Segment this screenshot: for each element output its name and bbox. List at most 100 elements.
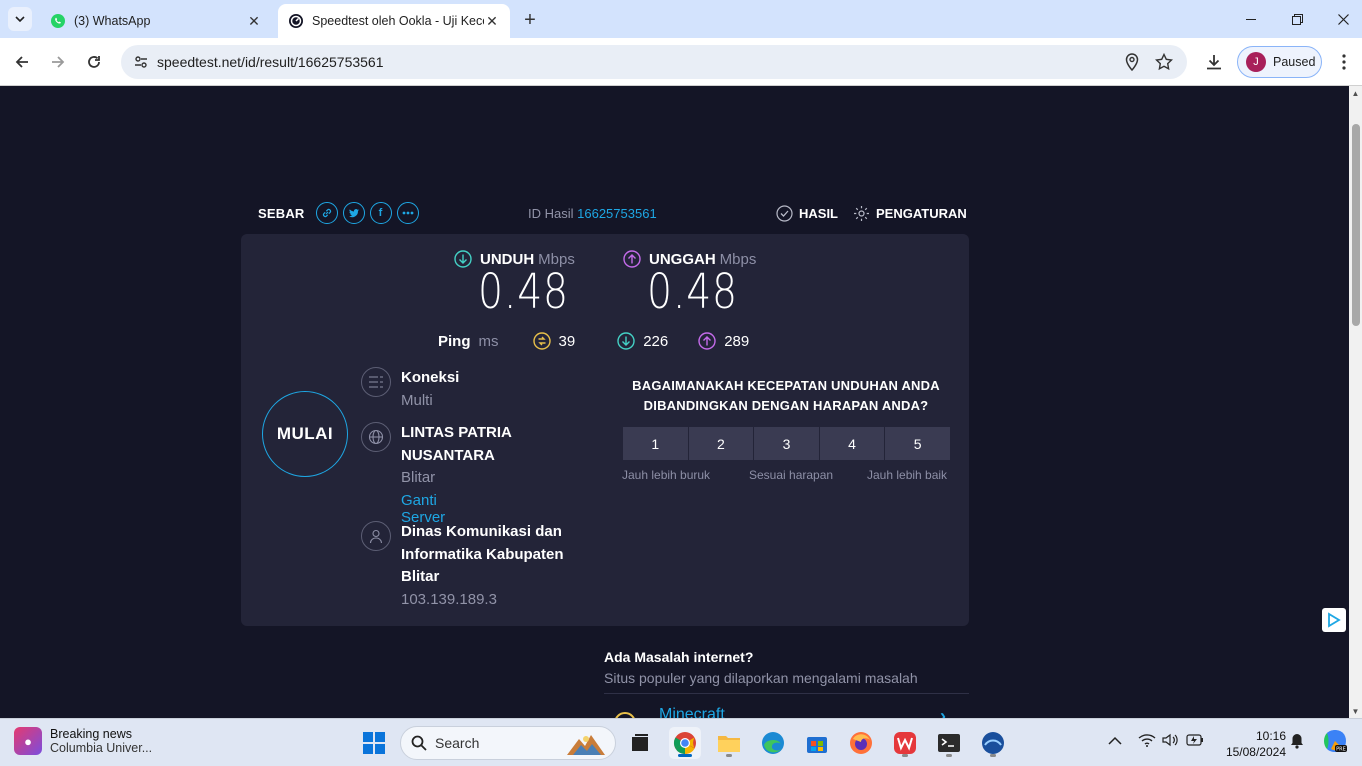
issue-item-minecraft[interactable]: Minecraft bbox=[659, 706, 725, 718]
twitter-icon[interactable] bbox=[342, 202, 365, 224]
globe-icon bbox=[361, 422, 391, 452]
ping-label: Ping bbox=[438, 332, 471, 350]
news-widget[interactable]: ● Breaking news Columbia Univer... bbox=[14, 727, 152, 755]
profile-status: Paused bbox=[1273, 55, 1316, 69]
rating-option-3[interactable]: 3 bbox=[754, 427, 819, 460]
wps-office-icon bbox=[894, 732, 916, 754]
result-id-label: ID Hasil bbox=[528, 206, 574, 221]
folder-icon bbox=[718, 736, 740, 752]
app-button[interactable] bbox=[977, 727, 1009, 759]
forward-button[interactable] bbox=[42, 46, 74, 78]
rating-option-2[interactable]: 2 bbox=[688, 427, 754, 460]
menu-button[interactable] bbox=[1328, 46, 1360, 78]
provider-ip: 103.139.189.3 bbox=[401, 591, 497, 608]
reload-icon bbox=[88, 56, 100, 68]
scroll-down-icon[interactable]: ▼ bbox=[1349, 704, 1362, 718]
start-test-button[interactable]: MULAI bbox=[262, 391, 348, 477]
system-clock[interactable]: 10:16 15/08/2024 bbox=[1214, 728, 1286, 760]
running-indicator bbox=[902, 754, 908, 757]
app-icon bbox=[982, 732, 1004, 754]
facebook-icon[interactable]: f bbox=[369, 202, 392, 224]
adchoices-icon[interactable] bbox=[1322, 608, 1346, 632]
rating-label-high: Jauh lebih baik bbox=[867, 468, 948, 482]
volume-icon[interactable] bbox=[1162, 733, 1178, 750]
gear-icon bbox=[854, 206, 869, 221]
store-button[interactable] bbox=[801, 727, 833, 759]
minimize-button[interactable] bbox=[1228, 0, 1274, 38]
wifi-icon[interactable] bbox=[1138, 733, 1156, 750]
page-scrollbar[interactable]: ▲ ▼ bbox=[1349, 86, 1362, 718]
start-button[interactable] bbox=[358, 727, 390, 759]
tab-search-button[interactable] bbox=[8, 7, 32, 31]
scroll-thumb[interactable] bbox=[1352, 124, 1360, 326]
chevron-down-icon bbox=[15, 16, 25, 22]
profile-button[interactable]: J Paused bbox=[1237, 46, 1322, 78]
ping-idle: 39 bbox=[532, 332, 575, 350]
issues-subtitle: Situs populer yang dilaporkan mengalami … bbox=[604, 670, 918, 686]
file-explorer-button[interactable] bbox=[713, 727, 745, 759]
speedtest-page: SEBAR f ID Hasil 16625753561 HASIL PENGA… bbox=[0, 86, 1349, 718]
close-icon[interactable]: ✕ bbox=[246, 13, 262, 29]
upload-arrow-icon bbox=[698, 332, 716, 350]
restore-button[interactable] bbox=[1274, 0, 1320, 38]
download-arrow-icon bbox=[454, 250, 472, 268]
battery-icon[interactable] bbox=[1186, 733, 1204, 749]
bookmark-star-icon[interactable] bbox=[1153, 51, 1175, 73]
running-indicator bbox=[726, 754, 732, 757]
new-tab-button[interactable]: + bbox=[518, 8, 542, 32]
link-icon[interactable] bbox=[315, 202, 338, 224]
user-icon bbox=[361, 521, 391, 551]
firefox-icon bbox=[850, 732, 872, 754]
restore-icon bbox=[1291, 13, 1303, 25]
wps-office-button[interactable] bbox=[889, 727, 921, 759]
tab-speedtest[interactable]: Speedtest oleh Ookla - Uji Kece ✕ bbox=[278, 4, 510, 38]
running-indicator bbox=[990, 754, 996, 757]
copilot-icon[interactable]: PRE bbox=[1322, 728, 1348, 757]
downloads-button[interactable] bbox=[1198, 46, 1230, 78]
divider bbox=[604, 693, 969, 694]
location-icon[interactable] bbox=[1121, 51, 1143, 73]
rating-option-5[interactable]: 5 bbox=[885, 427, 950, 460]
notification-bell-icon[interactable] bbox=[1290, 733, 1304, 752]
close-icon bbox=[1337, 13, 1349, 25]
result-id-number[interactable]: 16625753561 bbox=[577, 206, 657, 221]
task-view-button[interactable] bbox=[624, 727, 656, 759]
settings-link[interactable]: PENGATURAN bbox=[853, 205, 967, 222]
share-bar: SEBAR f bbox=[258, 202, 419, 224]
results-link[interactable]: HASIL bbox=[776, 205, 838, 222]
chevron-right-icon[interactable]: › bbox=[940, 706, 946, 718]
scroll-up-icon[interactable]: ▲ bbox=[1349, 86, 1362, 100]
rating-scale: 1 2 3 4 5 bbox=[623, 427, 950, 460]
back-button[interactable] bbox=[6, 46, 38, 78]
ping-download: 226 bbox=[617, 332, 668, 350]
close-icon[interactable]: ✕ bbox=[484, 13, 500, 29]
address-bar[interactable]: speedtest.net/id/result/16625753561 bbox=[121, 45, 1187, 79]
clock-time: 10:16 bbox=[1255, 729, 1286, 743]
connection-title: Koneksi bbox=[401, 369, 460, 386]
rating-option-4[interactable]: 4 bbox=[819, 427, 885, 460]
close-window-button[interactable] bbox=[1320, 0, 1362, 38]
terminal-button[interactable] bbox=[933, 727, 965, 759]
browser-tab-bar: (3) WhatsApp ✕ Speedtest oleh Ookla - Uj… bbox=[0, 0, 1362, 38]
kebab-menu-icon bbox=[1342, 54, 1346, 70]
chevron-up-icon[interactable] bbox=[1108, 733, 1122, 749]
tab-title: Speedtest oleh Ookla - Uji Kece bbox=[312, 14, 484, 28]
taskbar-search[interactable]: Search bbox=[400, 726, 616, 760]
firefox-button[interactable] bbox=[845, 727, 877, 759]
more-options-icon[interactable] bbox=[396, 202, 419, 224]
edge-icon bbox=[762, 732, 784, 754]
ping-upload-value: 289 bbox=[724, 332, 750, 350]
tab-whatsapp[interactable]: (3) WhatsApp ✕ bbox=[40, 4, 272, 38]
whatsapp-icon bbox=[50, 13, 66, 29]
rating-option-1[interactable]: 1 bbox=[623, 427, 688, 460]
terminal-icon bbox=[938, 734, 960, 752]
active-indicator bbox=[678, 754, 692, 757]
share-label: SEBAR bbox=[258, 205, 305, 221]
reload-button[interactable] bbox=[78, 46, 110, 78]
search-placeholder: Search bbox=[435, 735, 480, 751]
rating-label-mid: Sesuai harapan bbox=[749, 468, 834, 482]
result-card: UNDUH Mbps 0.48 UNGGAH Mbps 0.48 Ping ms… bbox=[241, 234, 969, 626]
site-info-icon[interactable] bbox=[129, 50, 153, 74]
edge-button[interactable] bbox=[757, 727, 789, 759]
chrome-taskbar-button[interactable] bbox=[669, 727, 701, 759]
